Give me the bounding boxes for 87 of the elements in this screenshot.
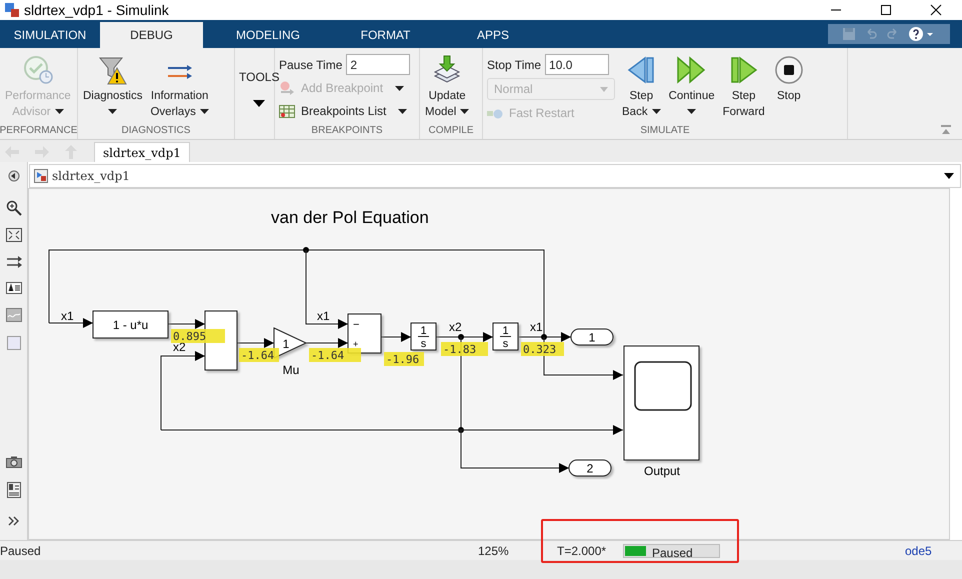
signal-arrow (48, 318, 94, 328)
value-label: -1.64 (239, 348, 279, 362)
input-field[interactable]: 2 (346, 54, 410, 75)
simulation-time: T=2.000* (557, 542, 606, 560)
signal-label: x2 (173, 340, 186, 354)
integrator-block[interactable]: 1 s (492, 322, 518, 350)
ribbon-button[interactable]: Diagnostics (82, 54, 144, 114)
image-icon[interactable] (6, 308, 22, 322)
signal-arrow (306, 338, 348, 348)
app-icon (4, 2, 20, 18)
model-tab[interactable]: sldrtex_vdp1 (94, 142, 190, 162)
window-title: sldrtex_vdp1 - Simulink (24, 0, 169, 20)
section-label: SIMULATE (640, 124, 690, 138)
ribbon-button[interactable]: Breakpoints List (279, 101, 410, 121)
sum-block[interactable]: − + (348, 314, 382, 354)
section-label: COMPILE (428, 124, 474, 138)
ribbon-button[interactable]: Information Overlays (149, 54, 210, 120)
section-label: BREAKPOINTS (311, 124, 383, 138)
input-field[interactable]: 10.0 (545, 54, 610, 75)
value-label: -1.83 (441, 342, 488, 356)
junction-dot (458, 427, 464, 433)
integrator-block[interactable]: 1 s (410, 322, 436, 350)
signal-label: x1 (317, 309, 330, 323)
hide-icon[interactable] (8, 170, 20, 182)
field-label: Pause Time (279, 56, 342, 74)
progress-label: Paused (652, 545, 693, 562)
dropdown-icon[interactable] (944, 173, 954, 179)
value-label: 0.895 (171, 329, 225, 343)
value-label: -1.96 (384, 352, 424, 366)
close-icon[interactable] (930, 4, 942, 16)
value-label: 0.323 (521, 342, 564, 356)
caret-icon[interactable] (108, 109, 118, 114)
tab[interactable]: DEBUG (100, 22, 203, 48)
property-inspector-icon[interactable] (6, 482, 20, 498)
caret-icon[interactable] (460, 109, 470, 114)
section-label: PERFORMANCE (0, 124, 78, 138)
ribbon-button[interactable]: Stop (772, 54, 806, 104)
fast-forward-icon (676, 54, 708, 86)
stop-icon (772, 54, 805, 86)
signal-arrow (380, 332, 412, 342)
ribbon-button[interactable]: Update Model (424, 54, 470, 120)
status-text: Paused (0, 542, 41, 560)
section-label: DIAGNOSTICS (122, 124, 190, 138)
tab[interactable]: FORMAT (333, 22, 438, 48)
expand-icon[interactable] (8, 516, 20, 526)
ribbon-button[interactable]: Continue (668, 54, 716, 114)
outport-block[interactable]: 2 (568, 460, 612, 476)
junction-dot (303, 247, 309, 253)
signal-label: x2 (449, 320, 462, 334)
junction-dot (541, 334, 547, 340)
block-label: Mu (282, 363, 300, 377)
signal-label: x1 (530, 320, 543, 334)
annotation-icon[interactable] (6, 282, 22, 294)
breakpoint-icon (279, 80, 295, 96)
tab[interactable]: MODELING (203, 22, 333, 48)
arrows-icon[interactable] (6, 256, 22, 268)
ribbon-button[interactable]: Step Forward (722, 54, 766, 120)
caret-icon[interactable] (200, 109, 209, 114)
gauge-icon (22, 54, 54, 86)
signal-arrow (434, 332, 494, 342)
caret-icon[interactable] (652, 109, 661, 114)
block-label: Output (644, 464, 680, 478)
ribbon-button[interactable]: TOOLS (239, 54, 280, 107)
function-block[interactable]: 1 - u*u (92, 310, 168, 338)
maximize-icon[interactable] (880, 4, 892, 16)
tab[interactable]: APPS (438, 22, 548, 48)
ribbon-button[interactable]: Step Back (621, 54, 662, 120)
caret-icon[interactable] (398, 108, 408, 114)
model-path[interactable]: sldrtex_vdp1 (52, 167, 130, 185)
caret-icon[interactable] (687, 109, 696, 114)
outport-block[interactable]: 1 (570, 328, 614, 346)
caret-icon[interactable] (253, 100, 266, 107)
tab[interactable]: SIMULATION (0, 22, 100, 48)
camera-icon[interactable] (6, 456, 22, 468)
model-icon (34, 169, 48, 183)
value-label: -1.64 (309, 348, 361, 362)
scope-block[interactable] (624, 346, 700, 460)
signal-label: x1 (61, 309, 74, 323)
zoom-level: 125% (478, 542, 509, 560)
table-icon (279, 104, 295, 118)
solver-link[interactable]: ode5 (905, 542, 932, 560)
fit-view-icon[interactable] (6, 228, 22, 242)
field-label: Stop Time (487, 56, 542, 74)
junction-dot (458, 334, 464, 340)
zoom-icon[interactable] (6, 200, 22, 216)
help-icon[interactable] (908, 26, 934, 42)
diagram-title: van der Pol Equation (271, 208, 429, 227)
